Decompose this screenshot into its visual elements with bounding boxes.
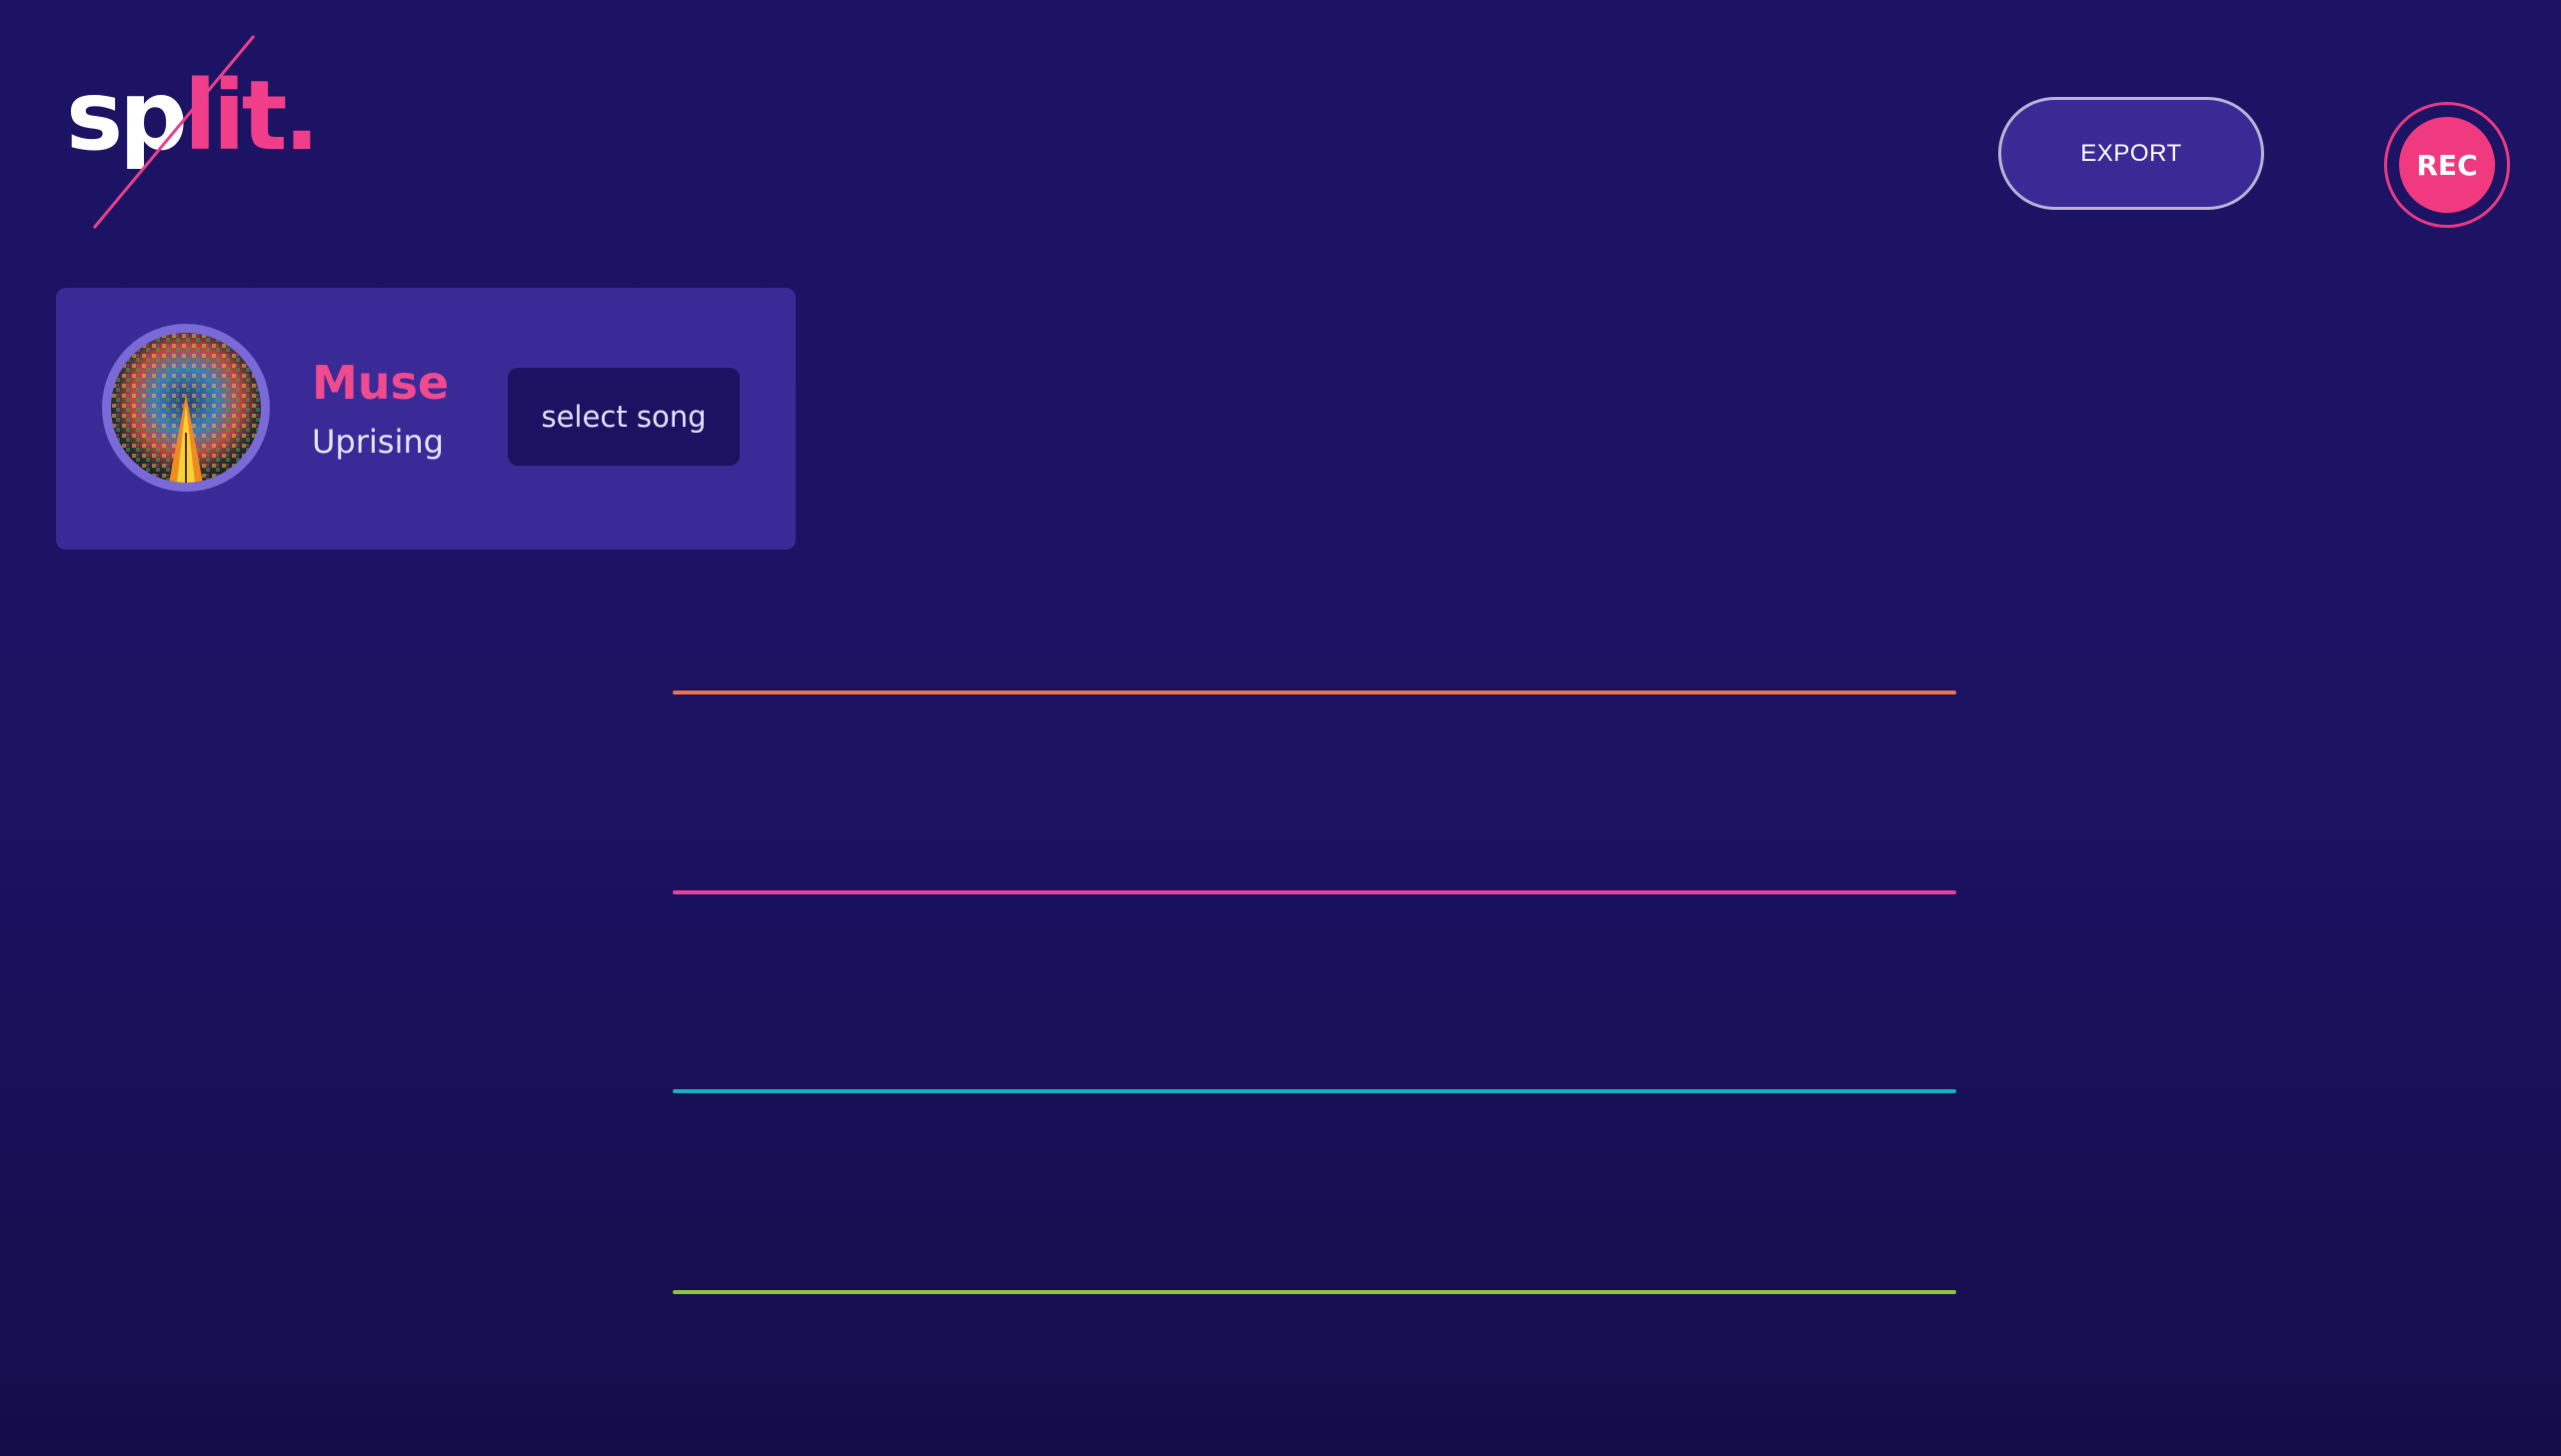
track-line-3[interactable] bbox=[673, 1089, 1956, 1093]
record-button-ring: REC bbox=[2384, 102, 2510, 228]
album-art-image bbox=[111, 333, 261, 483]
export-button[interactable]: EXPORT bbox=[1998, 97, 2264, 210]
record-button[interactable]: REC bbox=[2399, 117, 2495, 213]
track-line-2[interactable] bbox=[673, 890, 1956, 894]
song-title: Uprising bbox=[312, 423, 444, 461]
track-line-4[interactable] bbox=[673, 1290, 1956, 1294]
artist-name: Muse bbox=[312, 356, 450, 410]
track-line-1[interactable] bbox=[673, 691, 1956, 695]
logo-slash-icon bbox=[92, 35, 256, 229]
app-logo: split. bbox=[66, 28, 326, 238]
select-song-button[interactable]: select song bbox=[508, 368, 740, 466]
song-card: Muse Uprising select song bbox=[56, 288, 796, 550]
album-art bbox=[102, 324, 270, 492]
